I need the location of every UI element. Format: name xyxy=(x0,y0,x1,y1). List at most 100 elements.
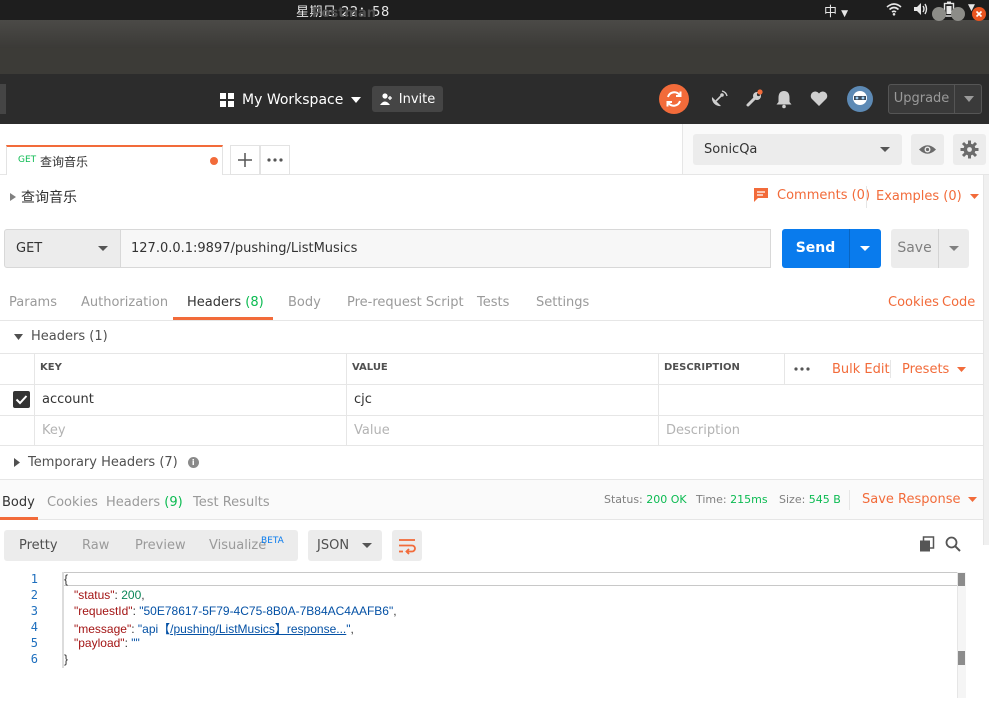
save-button[interactable]: Save xyxy=(891,229,969,268)
header-value-cell[interactable]: cjc xyxy=(354,392,372,407)
new-header-key-input[interactable]: Key xyxy=(42,423,66,438)
divider xyxy=(0,415,983,416)
response-status[interactable]: Status: 200 OK xyxy=(604,493,687,506)
divider xyxy=(658,353,659,445)
response-size[interactable]: Size: 545 B xyxy=(779,493,841,506)
format-visualize[interactable]: Visualize xyxy=(209,538,266,553)
tab-headers[interactable]: Headers (8) xyxy=(187,295,264,310)
close-window-button[interactable] xyxy=(972,7,986,21)
tab-tests[interactable]: Tests xyxy=(477,295,509,310)
send-label: Send xyxy=(782,229,850,268)
response-tab-body[interactable]: Body xyxy=(2,495,35,510)
divider xyxy=(0,445,983,446)
url-input[interactable]: 127.0.0.1:9897/pushing/ListMusics xyxy=(120,229,771,268)
new-header-value-input[interactable]: Value xyxy=(354,423,390,438)
upgrade-label: Upgrade xyxy=(889,85,955,113)
json-link[interactable]: /pushing/ListMusics】response... xyxy=(170,622,346,636)
format-raw[interactable]: Raw xyxy=(82,538,109,553)
unsaved-dot-icon[interactable] xyxy=(210,157,218,165)
more-icon[interactable] xyxy=(794,367,810,371)
app-header xyxy=(0,74,989,124)
method-select[interactable]: GET xyxy=(4,229,121,268)
time-value: 215ms xyxy=(730,493,768,506)
sync-button[interactable] xyxy=(659,84,689,114)
input-method-indicator[interactable]: 中 ▼ xyxy=(824,1,848,20)
page-scrollbar[interactable] xyxy=(983,175,989,545)
heart-icon[interactable] xyxy=(809,89,829,109)
wrap-icon xyxy=(399,539,416,555)
cookies-link[interactable]: Cookies xyxy=(888,295,939,310)
upgrade-button[interactable]: Upgrade xyxy=(888,84,982,114)
save-options-chevron-icon[interactable] xyxy=(949,246,959,251)
environment-quick-look-button[interactable] xyxy=(911,134,944,165)
header-key-cell[interactable]: account xyxy=(42,392,94,407)
chevron-down-icon xyxy=(957,367,967,372)
divider xyxy=(849,490,850,510)
bulk-edit-link[interactable]: Bulk Edit xyxy=(832,362,890,377)
bell-icon[interactable] xyxy=(775,89,793,109)
headers-section-toggle[interactable]: Headers (1) xyxy=(14,329,108,344)
manage-environments-button[interactable] xyxy=(953,134,986,165)
send-options-chevron-icon[interactable] xyxy=(860,246,870,251)
caret-right-icon xyxy=(14,458,20,467)
code-line: "payload": "" xyxy=(74,636,140,650)
tab-actions-button[interactable] xyxy=(260,145,290,175)
workspace-switcher[interactable]: My Workspace xyxy=(220,86,362,114)
line-number: 2 xyxy=(30,588,38,602)
copy-icon[interactable] xyxy=(919,536,935,552)
divider xyxy=(0,320,989,321)
language-select[interactable]: JSON xyxy=(308,530,382,561)
size-value: 545 B xyxy=(808,493,841,506)
request-tab[interactable]: GET 查询音乐 xyxy=(6,145,223,175)
save-response-dropdown[interactable]: Save Response xyxy=(862,492,978,507)
chevron-down-icon[interactable] xyxy=(964,96,974,102)
environment-select[interactable]: SonicQa xyxy=(693,134,902,165)
info-icon[interactable]: i xyxy=(187,457,199,468)
new-header-description-input[interactable]: Description xyxy=(666,423,740,438)
tab-params[interactable]: Params xyxy=(9,295,57,310)
search-icon[interactable] xyxy=(945,536,961,552)
response-tab-test-results[interactable]: Test Results xyxy=(193,495,270,510)
language-value: JSON xyxy=(317,538,350,553)
workspace-name: My Workspace xyxy=(242,92,344,108)
menu-strip xyxy=(0,48,989,74)
examples-dropdown[interactable]: Examples (0) xyxy=(876,189,979,204)
code-link[interactable]: Code xyxy=(942,295,975,310)
invite-button[interactable]: Invite xyxy=(372,86,443,112)
minimize-window-button[interactable] xyxy=(932,7,946,21)
format-pretty[interactable]: Pretty xyxy=(19,538,58,553)
tab-authorization[interactable]: Authorization xyxy=(81,295,168,310)
satellite-icon[interactable] xyxy=(709,89,729,109)
divider xyxy=(346,353,347,445)
wrap-lines-button[interactable] xyxy=(392,530,422,561)
presets-dropdown[interactable]: Presets xyxy=(902,362,967,377)
scrollbar-thumb[interactable] xyxy=(958,573,965,586)
json-key: "payload" xyxy=(74,636,125,650)
wifi-icon[interactable] xyxy=(886,1,902,17)
header-enabled-checkbox[interactable] xyxy=(13,391,30,408)
volume-icon[interactable] xyxy=(912,1,930,17)
new-tab-button[interactable] xyxy=(230,145,260,175)
avatar[interactable] xyxy=(847,86,873,112)
maximize-window-button[interactable] xyxy=(951,7,965,21)
wrench-icon[interactable] xyxy=(744,89,764,109)
format-preview[interactable]: Preview xyxy=(135,538,186,553)
request-name[interactable]: 查询音乐 xyxy=(10,187,77,207)
tab-body[interactable]: Body xyxy=(288,295,321,310)
more-icon xyxy=(267,158,283,162)
sidebar-toggle[interactable] xyxy=(0,84,6,114)
send-button[interactable]: Send xyxy=(782,229,881,268)
divider xyxy=(0,353,983,354)
response-tab-headers[interactable]: Headers (9) xyxy=(106,495,183,510)
editor-scrollbar[interactable] xyxy=(957,572,966,698)
temporary-headers-toggle[interactable]: Temporary Headers (7) i xyxy=(14,455,199,470)
tab-prerequest-script[interactable]: Pre-request Script xyxy=(347,295,464,310)
response-tab-cookies[interactable]: Cookies xyxy=(47,495,98,510)
chevron-down-icon xyxy=(98,246,108,251)
line-number: 4 xyxy=(30,620,38,634)
response-tab-headers-label: Headers xyxy=(106,495,161,510)
line-number: 3 xyxy=(30,604,38,618)
comments-button[interactable]: Comments (0) xyxy=(753,187,870,203)
tab-settings[interactable]: Settings xyxy=(536,295,589,310)
response-time[interactable]: Time: 215ms xyxy=(696,493,768,506)
